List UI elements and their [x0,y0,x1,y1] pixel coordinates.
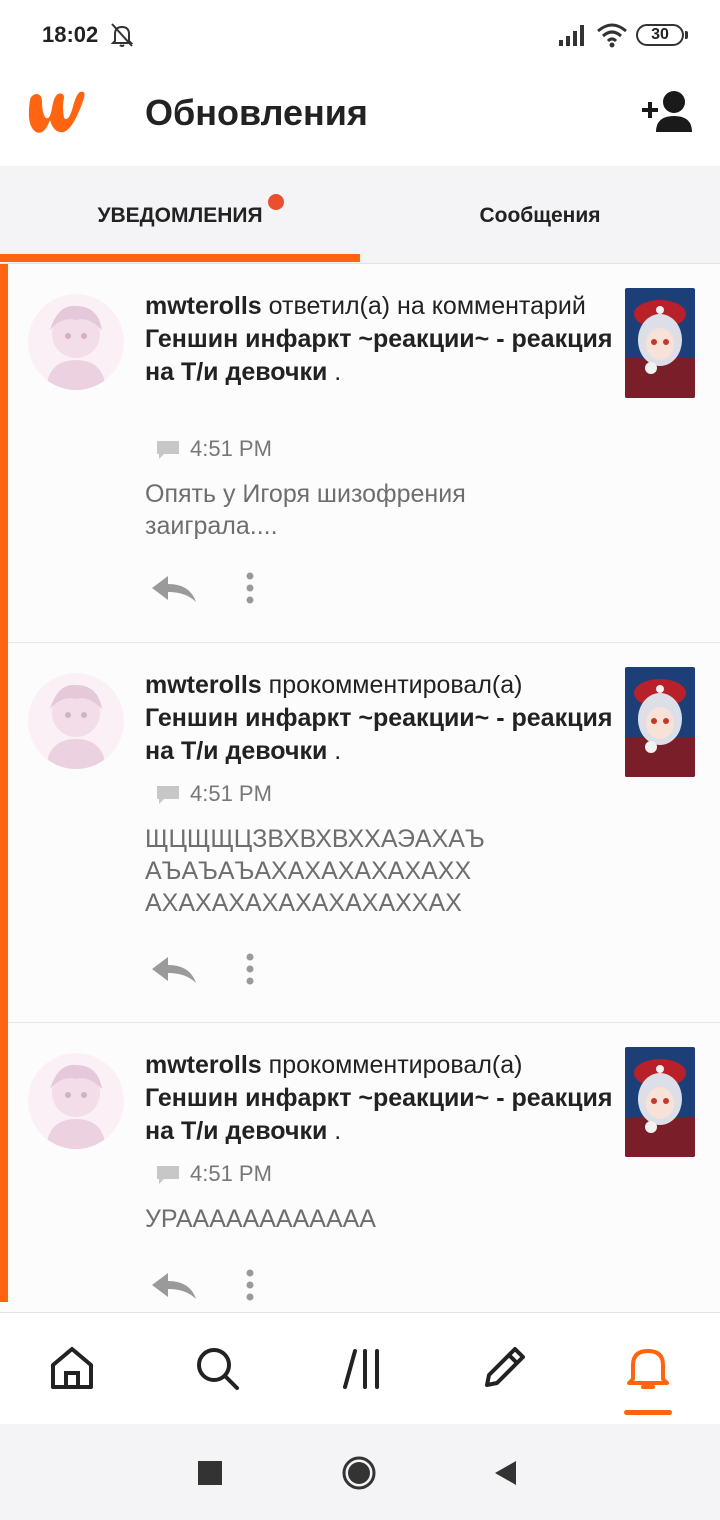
story-link[interactable]: Геншин инфаркт ~реакции~ - реакция на Т/… [145,1084,612,1145]
notification-time: 4:51 PM [190,436,272,461]
notification-action: прокомментировал(а) [268,1051,523,1079]
more-options-icon[interactable] [238,1267,262,1303]
notification-badge [268,194,284,210]
reply-icon[interactable] [150,574,198,604]
notification-meta: 4:51 PM [156,781,272,811]
story-link[interactable]: Геншин инфаркт ~реакции~ - реакция на Т/… [145,325,612,386]
unread-indicator-bar [0,264,8,1302]
notification-suffix: . [334,1117,342,1145]
story-cover-image[interactable] [625,1047,695,1157]
page-title: Обновления [145,92,368,133]
notification-meta: 4:51 PM [156,436,272,466]
signal-icon [559,25,584,46]
active-nav-indicator [624,1410,672,1415]
notification-time: 4:51 PM [190,1161,272,1186]
reply-icon[interactable] [150,1271,198,1301]
status-bar: 18:02 30 [0,0,720,70]
recents-icon[interactable] [198,1461,222,1485]
username-link[interactable]: mwterolls [145,292,262,320]
comment-text: УРАААААААААААА [145,1205,376,1233]
home-button-icon[interactable] [341,1455,377,1491]
more-options-icon[interactable] [238,570,262,606]
notification-item[interactable]: mwterolls прокомментировал(а) Геншин инф… [8,643,720,1023]
comment-icon [157,1166,179,1185]
tab-notifications-label: УВЕДОМЛЕНИЯ [97,204,263,227]
bell-muted-icon [110,23,134,47]
tab-bar: УВЕДОМЛЕНИЯ Сообщения [0,166,720,264]
tab-notifications[interactable]: УВЕДОМЛЕНИЯ [0,166,360,264]
notification-text: mwterolls прокомментировал(а) Геншин инф… [145,669,615,768]
library-icon[interactable] [337,1343,387,1393]
more-options-icon[interactable] [238,951,262,987]
bottom-navigation [0,1312,720,1424]
wattpad-logo-icon [28,91,85,133]
avatar[interactable] [28,673,124,769]
notification-suffix: . [334,358,342,386]
notification-text: mwterolls ответил(а) на комментарий Генш… [145,290,615,389]
app-header: Обновления [0,70,720,166]
add-user-icon[interactable] [640,88,696,136]
story-cover-image[interactable] [625,288,695,398]
comment-text: Опять у Игоря шизофрения заиграла.... [145,480,466,540]
home-icon[interactable] [47,1343,97,1393]
username-link[interactable]: mwterolls [145,1051,262,1079]
notification-meta: 4:51 PM [156,1161,272,1191]
notification-text: mwterolls прокомментировал(а) Геншин инф… [145,1049,615,1148]
avatar[interactable] [28,1053,124,1149]
avatar[interactable] [28,294,124,390]
status-time: 18:02 [42,22,99,47]
notification-item[interactable]: mwterolls ответил(а) на комментарий Генш… [8,264,720,643]
tab-messages[interactable]: Сообщения [360,166,720,264]
story-link[interactable]: Геншин инфаркт ~реакции~ - реакция на Т/… [145,704,612,765]
comment-icon [157,441,179,460]
notification-item[interactable]: mwterolls прокомментировал(а) Геншин инф… [8,1023,720,1312]
notification-time: 4:51 PM [190,781,272,806]
search-icon[interactable] [192,1343,242,1393]
tab-messages-label: Сообщения [479,204,601,227]
notification-feed[interactable]: mwterolls ответил(а) на комментарий Генш… [0,264,720,1312]
battery-indicator: 30 [636,24,688,46]
bell-icon[interactable] [623,1343,673,1393]
notification-action: прокомментировал(а) [268,671,523,699]
comment-text: ЩЦЩЩЦЗВХВХВХХАЭАХАЪ АЪАЪАЪАХАХАХАХАХАХХ … [145,825,485,917]
system-navigation [0,1424,720,1520]
comment-icon [157,786,179,805]
notification-action: ответил(а) на [268,292,425,320]
wifi-icon [597,23,627,48]
story-cover-image[interactable] [625,667,695,777]
notification-action-object: комментарий [431,292,586,320]
active-tab-indicator [0,254,360,262]
notification-suffix: . [334,737,342,765]
write-icon[interactable] [479,1343,529,1393]
back-icon[interactable] [494,1460,518,1486]
username-link[interactable]: mwterolls [145,671,262,699]
reply-icon[interactable] [150,955,198,985]
